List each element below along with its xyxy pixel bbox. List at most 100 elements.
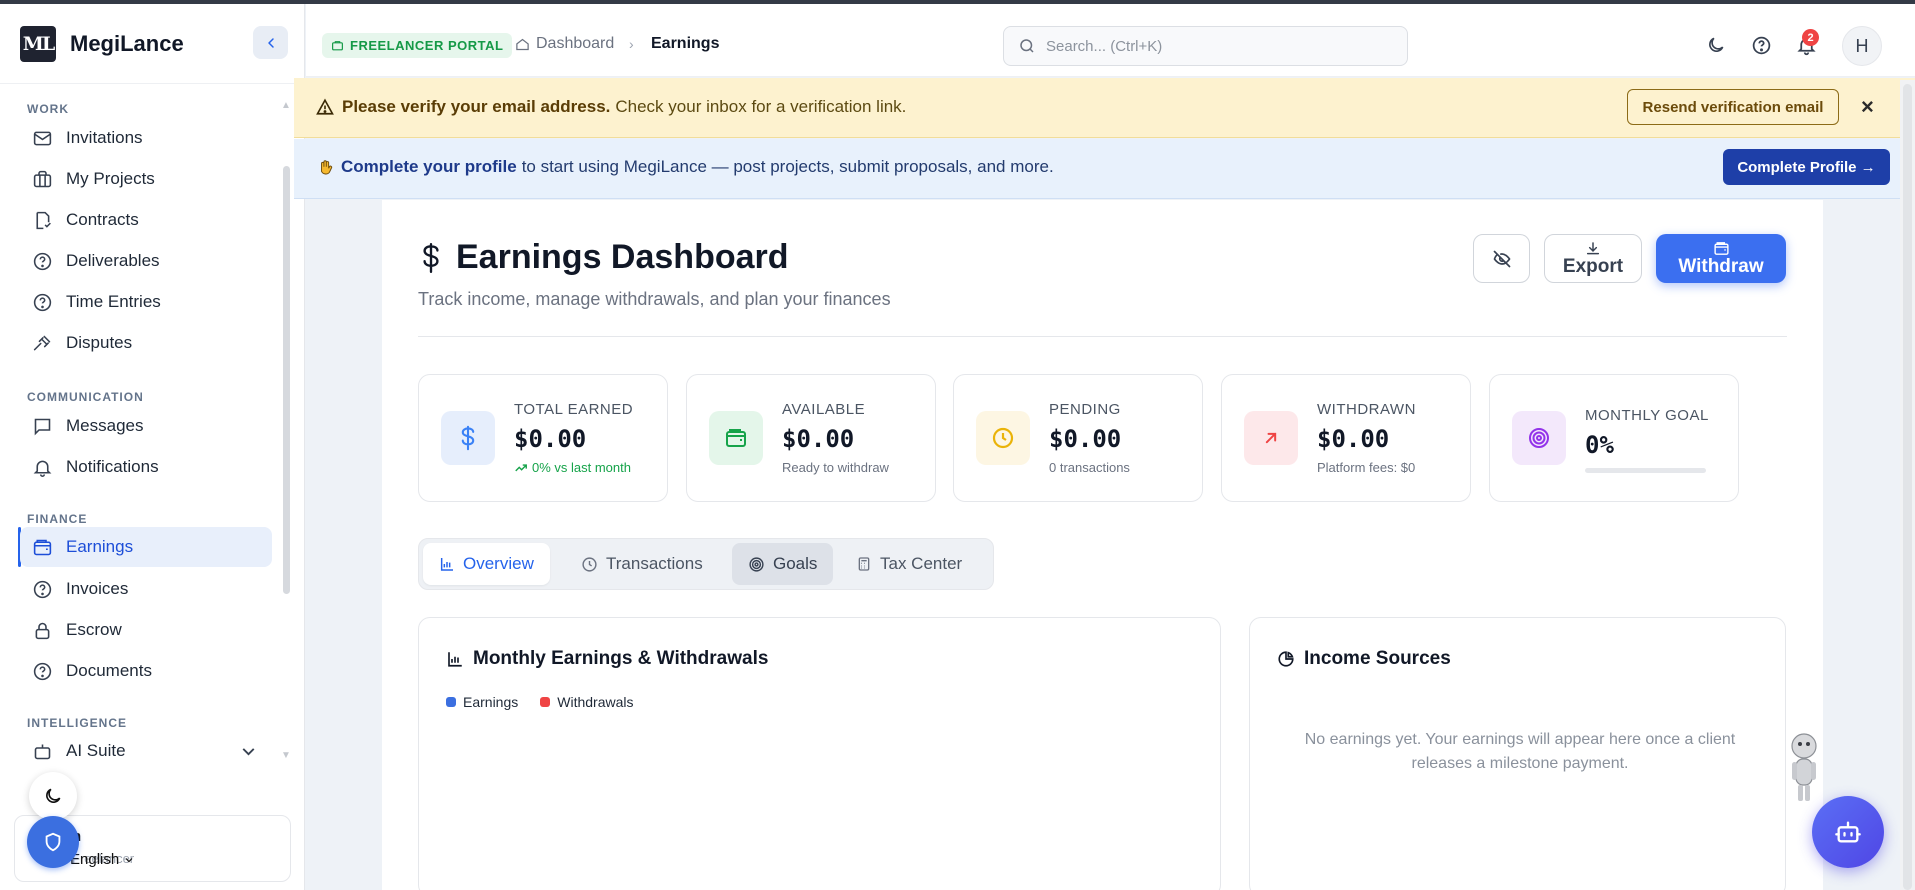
- legend-item-earnings[interactable]: Earnings: [446, 694, 518, 710]
- complete-profile-button[interactable]: Complete Profile →: [1723, 149, 1890, 185]
- stat-icon-box: [709, 411, 763, 465]
- income-sources-empty-state: No earnings yet. Your earnings will appe…: [1304, 731, 1736, 772]
- complete-profile-bold[interactable]: Complete your profile: [341, 157, 517, 177]
- stat-label: WITHDRAWN: [1317, 401, 1416, 418]
- stat-label: AVAILABLE: [782, 401, 866, 418]
- wallet-icon: [726, 429, 746, 447]
- export-button[interactable]: Export: [1544, 234, 1642, 283]
- robot-mascot-icon[interactable]: [1786, 730, 1822, 806]
- language-label: English: [70, 851, 120, 868]
- page-scrollbar-thumb[interactable]: [1903, 84, 1912, 890]
- sidebar-scroll-up[interactable]: ▲: [281, 100, 291, 111]
- page-title: Earnings Dashboard: [418, 238, 789, 277]
- sidebar-item-deliverables[interactable]: Deliverables: [20, 241, 272, 281]
- stat-icon-box: [976, 411, 1030, 465]
- sidebar-item-label: Messages: [66, 416, 144, 435]
- sidebar-item-disputes[interactable]: Disputes: [20, 323, 272, 363]
- help-circle-icon: [33, 293, 52, 311]
- language-select[interactable]: English: [70, 851, 135, 868]
- sidebar-item-earnings[interactable]: Earnings: [20, 527, 272, 567]
- theme-toggle-button[interactable]: [1704, 33, 1728, 57]
- stat-value: 0%: [1585, 431, 1614, 459]
- withdraw-button[interactable]: Withdraw: [1656, 234, 1786, 283]
- sidebar-item-my-projects[interactable]: My Projects: [20, 159, 272, 199]
- help-button[interactable]: [1749, 33, 1773, 57]
- stat-value: $0.00: [514, 425, 587, 453]
- sidebar-item-invoices[interactable]: Invoices: [20, 569, 272, 609]
- security-button[interactable]: [27, 816, 79, 868]
- stat-sub: Platform fees: $0: [1317, 460, 1416, 475]
- stat-label: PENDING: [1049, 401, 1121, 418]
- sidebar-item-time-entries[interactable]: Time Entries: [20, 282, 272, 322]
- stat-icon-box: [1512, 411, 1566, 465]
- eye-off-icon: [1493, 250, 1510, 267]
- tab-transactions[interactable]: Transactions: [565, 543, 719, 585]
- bar-chart-icon: [448, 652, 462, 667]
- earnings-tabs: Overview Transactions Goals Tax Center: [418, 538, 994, 590]
- help-circle-icon: [33, 252, 52, 270]
- help-circle-icon: [33, 662, 52, 680]
- stat-value: $0.00: [1049, 425, 1122, 453]
- complete-profile-text: to start using MegiLance — post projects…: [521, 157, 1054, 176]
- help-circle-icon: [1752, 36, 1770, 54]
- sidebar-item-invitations[interactable]: Invitations: [20, 118, 272, 158]
- file-contract-icon: [36, 211, 51, 229]
- goal-progress-bar: [1585, 468, 1706, 473]
- stat-label: TOTAL EARNED: [514, 401, 634, 418]
- sidebar-scrollbar[interactable]: [283, 166, 290, 594]
- tab-goals[interactable]: Goals: [732, 543, 834, 585]
- trending-up-icon: [515, 463, 527, 471]
- sidebar-nav: WORK Invitations My Projects Contracts D…: [0, 84, 290, 766]
- sidebar-collapse-button[interactable]: [253, 26, 288, 59]
- page-scrollbar[interactable]: [1900, 80, 1915, 890]
- download-icon: [1586, 241, 1600, 254]
- income-sources-title-text: Income Sources: [1304, 648, 1451, 669]
- resend-verification-button[interactable]: Resend verification email: [1627, 89, 1839, 125]
- stat-label: MONTHLY GOAL: [1585, 407, 1709, 424]
- ai-assistant-button[interactable]: [1812, 796, 1884, 868]
- sidebar-item-notifications[interactable]: Notifications: [20, 447, 272, 487]
- sidebar-item-documents[interactable]: Documents: [20, 651, 272, 691]
- stat-card-available: AVAILABLE $0.00 Ready to withdraw: [686, 374, 936, 502]
- stat-value: $0.00: [1317, 425, 1390, 453]
- target-icon: [749, 556, 764, 572]
- bot-icon: [1835, 821, 1861, 843]
- sidebar-item-escrow[interactable]: Escrow: [20, 610, 272, 650]
- wallet-icon: [1713, 242, 1729, 255]
- legend-label: Withdrawals: [557, 694, 634, 710]
- lock-icon: [35, 622, 50, 639]
- stat-card-withdrawn: WITHDRAWN $0.00 Platform fees: $0: [1221, 374, 1471, 502]
- user-avatar[interactable]: H: [1842, 26, 1882, 66]
- sidebar-item-label: Invoices: [66, 579, 129, 598]
- gavel-icon: [33, 335, 51, 350]
- search-input[interactable]: Search... (Ctrl+K): [1003, 26, 1408, 66]
- sidebar-scroll-down[interactable]: ▼: [281, 750, 291, 761]
- tab-label: Transactions: [606, 554, 703, 573]
- sidebar-item-messages[interactable]: Messages: [20, 406, 272, 446]
- breadcrumb-dashboard[interactable]: Dashboard: [515, 35, 614, 53]
- warning-icon: [316, 98, 334, 115]
- verify-email-message: Please verify your email address. Check …: [316, 97, 906, 117]
- sidebar-item-label: My Projects: [66, 169, 155, 188]
- breadcrumb-dashboard-label: Dashboard: [536, 35, 615, 52]
- sidebar-item-label: Contracts: [66, 210, 139, 229]
- dollar-icon: [461, 425, 475, 451]
- close-icon[interactable]: ×: [1861, 94, 1874, 120]
- sidebar-item-label: Time Entries: [66, 292, 161, 311]
- stat-trend: 0% vs last month: [514, 460, 631, 475]
- portal-badge: FREELANCER PORTAL: [322, 33, 513, 58]
- hide-balances-button[interactable]: [1473, 234, 1530, 283]
- section-intelligence: INTELLIGENCE: [27, 716, 128, 730]
- sidebar-item-label: Escrow: [66, 620, 122, 639]
- sidebar-item-contracts[interactable]: Contracts: [20, 200, 272, 240]
- sidebar-item-ai-suite[interactable]: AI Suite: [20, 731, 272, 766]
- arrow-up-right-icon: [1265, 432, 1277, 444]
- legend-item-withdrawals[interactable]: Withdrawals: [540, 694, 634, 710]
- tab-tax-center[interactable]: Tax Center: [840, 543, 978, 585]
- tab-overview[interactable]: Overview: [423, 543, 550, 585]
- theme-toggle-floating[interactable]: [29, 772, 77, 820]
- verify-email-text: Check your inbox for a verification link…: [615, 97, 907, 116]
- briefcase-icon: [33, 170, 52, 187]
- complete-profile-message: Complete your profile to start using Meg…: [316, 157, 1054, 177]
- sidebar-item-label: AI Suite: [66, 741, 126, 760]
